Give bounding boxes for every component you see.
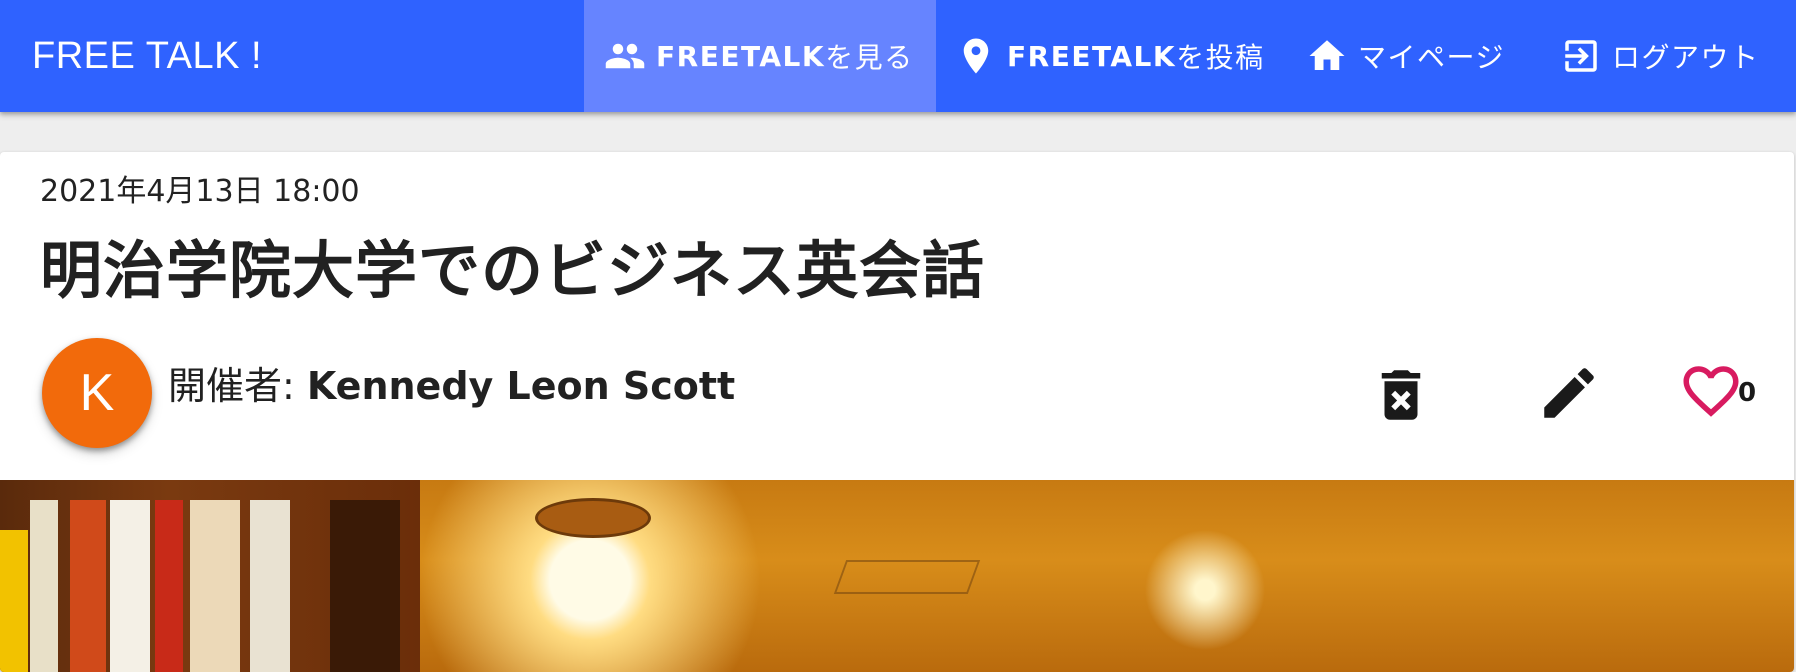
- avatar[interactable]: K: [42, 338, 152, 448]
- nav-view-freetalk[interactable]: FREETALK を見る: [584, 0, 936, 112]
- nav-view-label-rest: を見る: [825, 41, 914, 74]
- delete-forever-icon: [1381, 370, 1421, 420]
- edit-button[interactable]: [1534, 358, 1604, 428]
- brand-title[interactable]: FREE TALK !: [32, 33, 262, 79]
- delete-button[interactable]: [1366, 360, 1436, 430]
- nav-logout-label: ログアウト: [1612, 41, 1760, 74]
- event-date: 2021年4月13日 18:00: [40, 174, 360, 209]
- like-button[interactable]: [1676, 356, 1746, 426]
- nav-mypage[interactable]: マイページ: [1306, 0, 1505, 112]
- organizer-name: Kennedy Leon Scott: [306, 364, 736, 408]
- nav-post-freetalk[interactable]: FREETALK を投稿: [955, 0, 1265, 112]
- app-bar: FREE TALK ! FREETALK を見る FREETALK を投稿 マイペー…: [0, 0, 1796, 112]
- nav-post-label-bold: FREETALK: [1007, 39, 1177, 73]
- nav-view-label-bold: FREETALK: [656, 39, 826, 73]
- map-pin-icon: [963, 38, 989, 74]
- logout-icon: [1565, 40, 1597, 72]
- event-card: 2021年4月13日 18:00 明治学院大学でのビジネス英会話 K 開催者: …: [0, 152, 1794, 672]
- group-icon: [605, 43, 645, 69]
- nav-post-label-rest: を投稿: [1176, 41, 1265, 74]
- nav-mypage-label: マイページ: [1358, 41, 1505, 74]
- ceiling-panel: [833, 560, 981, 594]
- event-photo: [0, 480, 1794, 672]
- heart-outline-icon: [1683, 366, 1739, 417]
- home-icon: [1309, 40, 1345, 70]
- organizer-label: 開催者:: [168, 364, 307, 408]
- pencil-icon: [1544, 368, 1594, 418]
- organizer-line: 開催者: Kennedy Leon Scott: [168, 362, 735, 410]
- like-count: 0: [1738, 378, 1757, 408]
- nav-logout[interactable]: ログアウト: [1560, 0, 1760, 112]
- ceiling-light: [535, 498, 651, 538]
- bookshelf-image-region: [0, 480, 420, 672]
- event-title: 明治学院大学でのビジネス英会話: [40, 234, 986, 307]
